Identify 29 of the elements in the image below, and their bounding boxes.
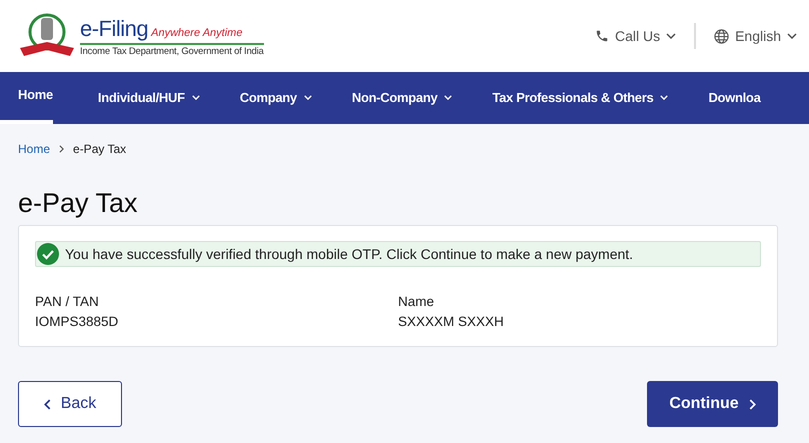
field-value: SXXXXM SXXXH xyxy=(398,313,505,331)
breadcrumb-current: e-Pay Tax xyxy=(73,142,126,156)
chevron-left-icon xyxy=(44,398,51,410)
page-title: e-Pay Tax xyxy=(18,188,139,219)
chevron-down-icon xyxy=(666,33,676,39)
back-button[interactable]: Back xyxy=(18,381,122,427)
field-label: PAN / TAN xyxy=(35,293,100,311)
brand-name: e-Filing xyxy=(80,16,148,42)
brand-subtitle: Income Tax Department, Government of India xyxy=(80,46,264,56)
nav-tab[interactable]: Non-Company xyxy=(334,72,452,124)
call-us-button[interactable]: Call Us xyxy=(594,28,676,44)
chevron-right-icon xyxy=(59,145,64,153)
field-value: IOMPS3885D xyxy=(35,313,120,331)
chevron-down-icon xyxy=(787,33,797,39)
check-circle-icon xyxy=(37,243,59,265)
brand-tagline: Anywhere Anytime xyxy=(151,26,242,38)
nav-tab[interactable]: Company xyxy=(222,72,312,124)
phone-icon xyxy=(594,29,609,43)
alert-message: You have successfully verified through mobile OTP. Click Continue to make a new payment. xyxy=(65,246,634,262)
field-label: Name xyxy=(398,293,436,311)
chevron-right-icon xyxy=(748,398,756,410)
breadcrumb-link[interactable]: Home xyxy=(18,142,50,156)
continue-button[interactable]: Continue xyxy=(647,381,778,427)
nav-tab[interactable]: Tax Professionals & Others xyxy=(474,72,668,124)
nav-tab[interactable]: Home xyxy=(0,72,53,124)
nav-tab[interactable]: Downloa xyxy=(690,72,763,124)
nav-tab[interactable]: Individual/HUF xyxy=(80,72,200,124)
globe-icon xyxy=(714,28,730,44)
language-button[interactable]: English xyxy=(714,28,797,44)
